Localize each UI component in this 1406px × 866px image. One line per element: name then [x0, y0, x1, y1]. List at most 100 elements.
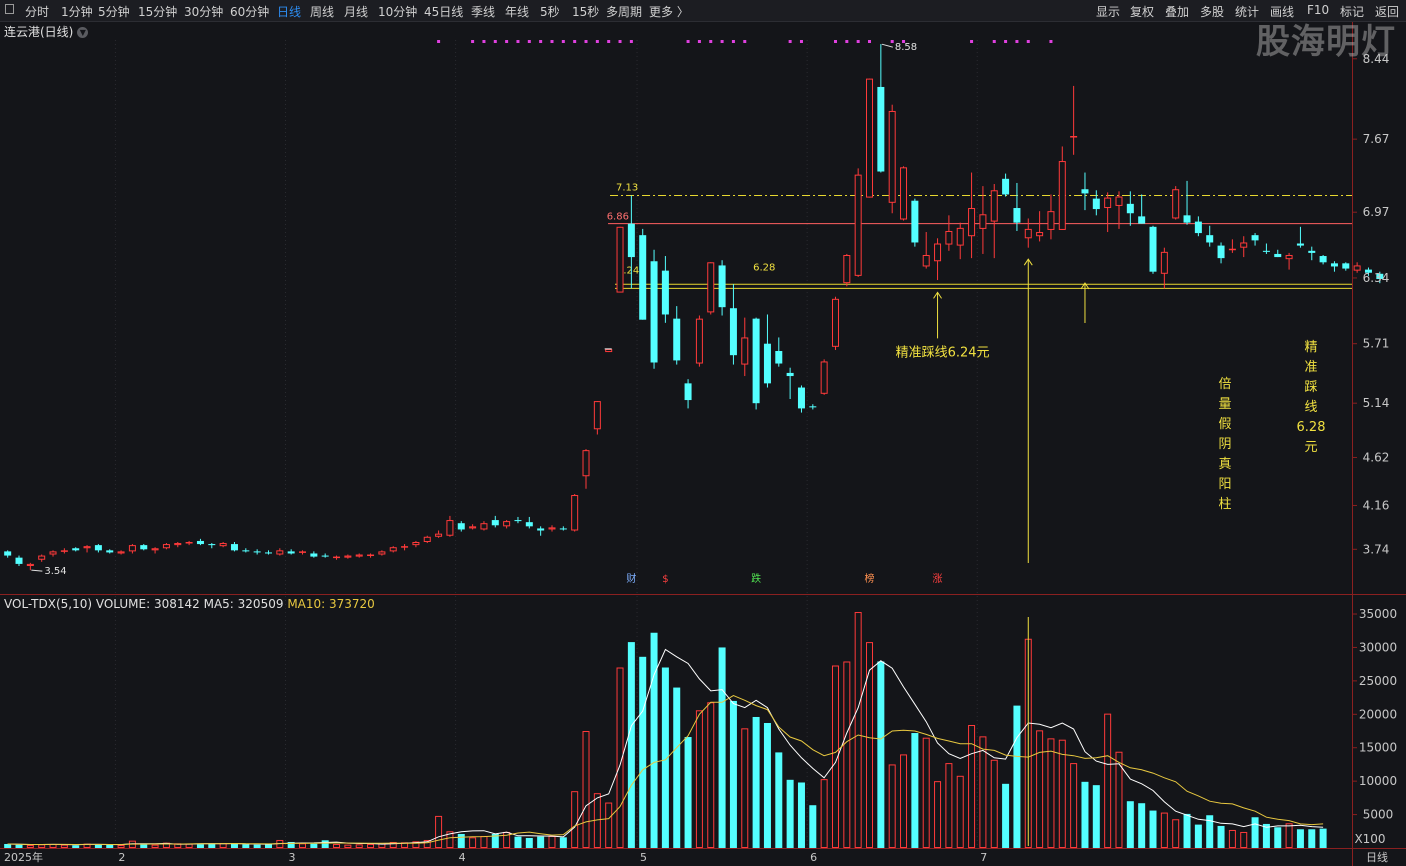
candle-body [26, 563, 34, 566]
candle-body [333, 556, 341, 559]
volume-bar [1126, 801, 1134, 848]
candle-body [571, 495, 579, 531]
volume-tick-label: 30000 [1359, 640, 1397, 654]
stock-title[interactable]: 连云港(日线) ▼ [4, 23, 89, 40]
volume-bar [605, 802, 613, 849]
tab-10min[interactable]: 10分钟 [378, 3, 417, 20]
candle-body [1308, 250, 1316, 253]
chevron-down-icon[interactable]: ▼ [77, 27, 89, 38]
volume-bar [299, 843, 307, 849]
tab-daily[interactable]: 日线 [277, 3, 301, 20]
dot-markers [437, 40, 1053, 43]
volume-bar [979, 736, 987, 848]
volume-bar [514, 836, 522, 848]
volume-ma5: MA5: 320509 [203, 597, 284, 611]
toolbar-menu-icon[interactable] [5, 4, 14, 14]
candle-body [718, 265, 726, 308]
dot-marker [493, 40, 497, 43]
candle-body [1070, 136, 1078, 138]
volume-tick-label: 10000 [1359, 774, 1397, 788]
volume-bar [1274, 827, 1282, 848]
candle-body [514, 520, 522, 522]
candle-body [1251, 235, 1259, 241]
candle-body [695, 318, 703, 364]
volume-bar [72, 845, 80, 848]
annotation-double-volume-char: 阴 [1218, 437, 1231, 452]
tab-weekly[interactable]: 周线 [310, 3, 334, 20]
candle-body [1058, 161, 1066, 230]
dot-marker [731, 40, 735, 43]
tab-15sec[interactable]: 15秒 [572, 3, 599, 20]
volume-tick-label: 5000 [1363, 808, 1394, 822]
tab-60min[interactable]: 60分钟 [230, 3, 269, 20]
annotation-double-volume-char: 柱 [1218, 497, 1231, 512]
volume-bar [1104, 713, 1112, 848]
tab-30min[interactable]: 30分钟 [184, 3, 223, 20]
candle-body [1228, 248, 1236, 251]
tab-1min[interactable]: 1分钟 [61, 3, 93, 20]
volume-bar [480, 835, 488, 848]
tab-monthly[interactable]: 月线 [344, 3, 368, 20]
volume-bar [15, 844, 23, 848]
volume-bar [60, 844, 68, 848]
dot-marker [799, 40, 803, 43]
volume-bar [797, 782, 805, 848]
tab-15min[interactable]: 15分钟 [138, 3, 177, 20]
volume-bar [1194, 824, 1202, 848]
candle-body [367, 554, 375, 557]
tab-quarterly[interactable]: 季线 [471, 3, 495, 20]
candle-body [797, 387, 805, 409]
volume-ma10: MA10: 373720 [287, 597, 375, 611]
volume-bar [196, 844, 204, 848]
candle-body [310, 553, 318, 557]
tab-45day[interactable]: 45日线 [424, 3, 463, 20]
tab-multi-period[interactable]: 多周期 [606, 3, 642, 20]
candle-body [763, 343, 771, 384]
candle-body [866, 78, 874, 198]
volume-tick-label: 20000 [1359, 707, 1397, 721]
annotation-628-char: 6.28 [1297, 420, 1326, 435]
tab-yearly[interactable]: 年线 [505, 3, 529, 20]
volume-bar [741, 728, 749, 848]
volume-bar [729, 700, 737, 848]
volume-bar [900, 754, 908, 848]
volume-bar [934, 781, 942, 849]
candle-body [174, 543, 182, 546]
dot-marker [833, 40, 837, 43]
tab-fenshi[interactable]: 分时 [25, 3, 49, 20]
dot-marker [527, 40, 531, 43]
candle-body [968, 208, 976, 237]
candle-body [945, 230, 953, 245]
dot-marker [516, 40, 520, 43]
tab-5sec[interactable]: 5秒 [540, 3, 560, 20]
overlay-button[interactable]: 叠加 [1165, 3, 1189, 20]
volume-bar [230, 843, 238, 848]
dot-marker [970, 40, 974, 43]
candle-body [185, 541, 193, 544]
volume-bar [49, 843, 57, 848]
candle-body [94, 545, 102, 551]
dot-marker [584, 40, 588, 43]
candle-body [684, 383, 692, 401]
candle-body [956, 227, 964, 246]
candle-body [344, 555, 352, 558]
candle-body [1274, 253, 1282, 258]
candle-body [276, 550, 284, 555]
event-marker: 财 [626, 572, 636, 585]
date-tick-label: 2025年 [4, 850, 43, 864]
volume-bar [990, 759, 998, 849]
volume-bar [208, 843, 216, 848]
kline-chart[interactable]: 7.136.866.24 6.28 8.583.54财 $ 跌榜涨 8.447.676… [0, 22, 1406, 866]
tab-5min[interactable]: 5分钟 [98, 3, 130, 20]
candle-body [49, 551, 57, 555]
volume-bar [457, 833, 465, 848]
candle-body [729, 308, 737, 356]
candle-body [491, 520, 499, 526]
show-button[interactable]: 显示 [1096, 3, 1120, 20]
multi-stock-button[interactable]: 多股 [1200, 3, 1224, 20]
date-tick-label: 6 [810, 851, 817, 864]
candle-body [1047, 211, 1055, 230]
dot-marker [868, 40, 872, 43]
adjust-button[interactable]: 复权 [1130, 3, 1154, 20]
tab-more[interactable]: 更多 〉 [649, 3, 689, 20]
